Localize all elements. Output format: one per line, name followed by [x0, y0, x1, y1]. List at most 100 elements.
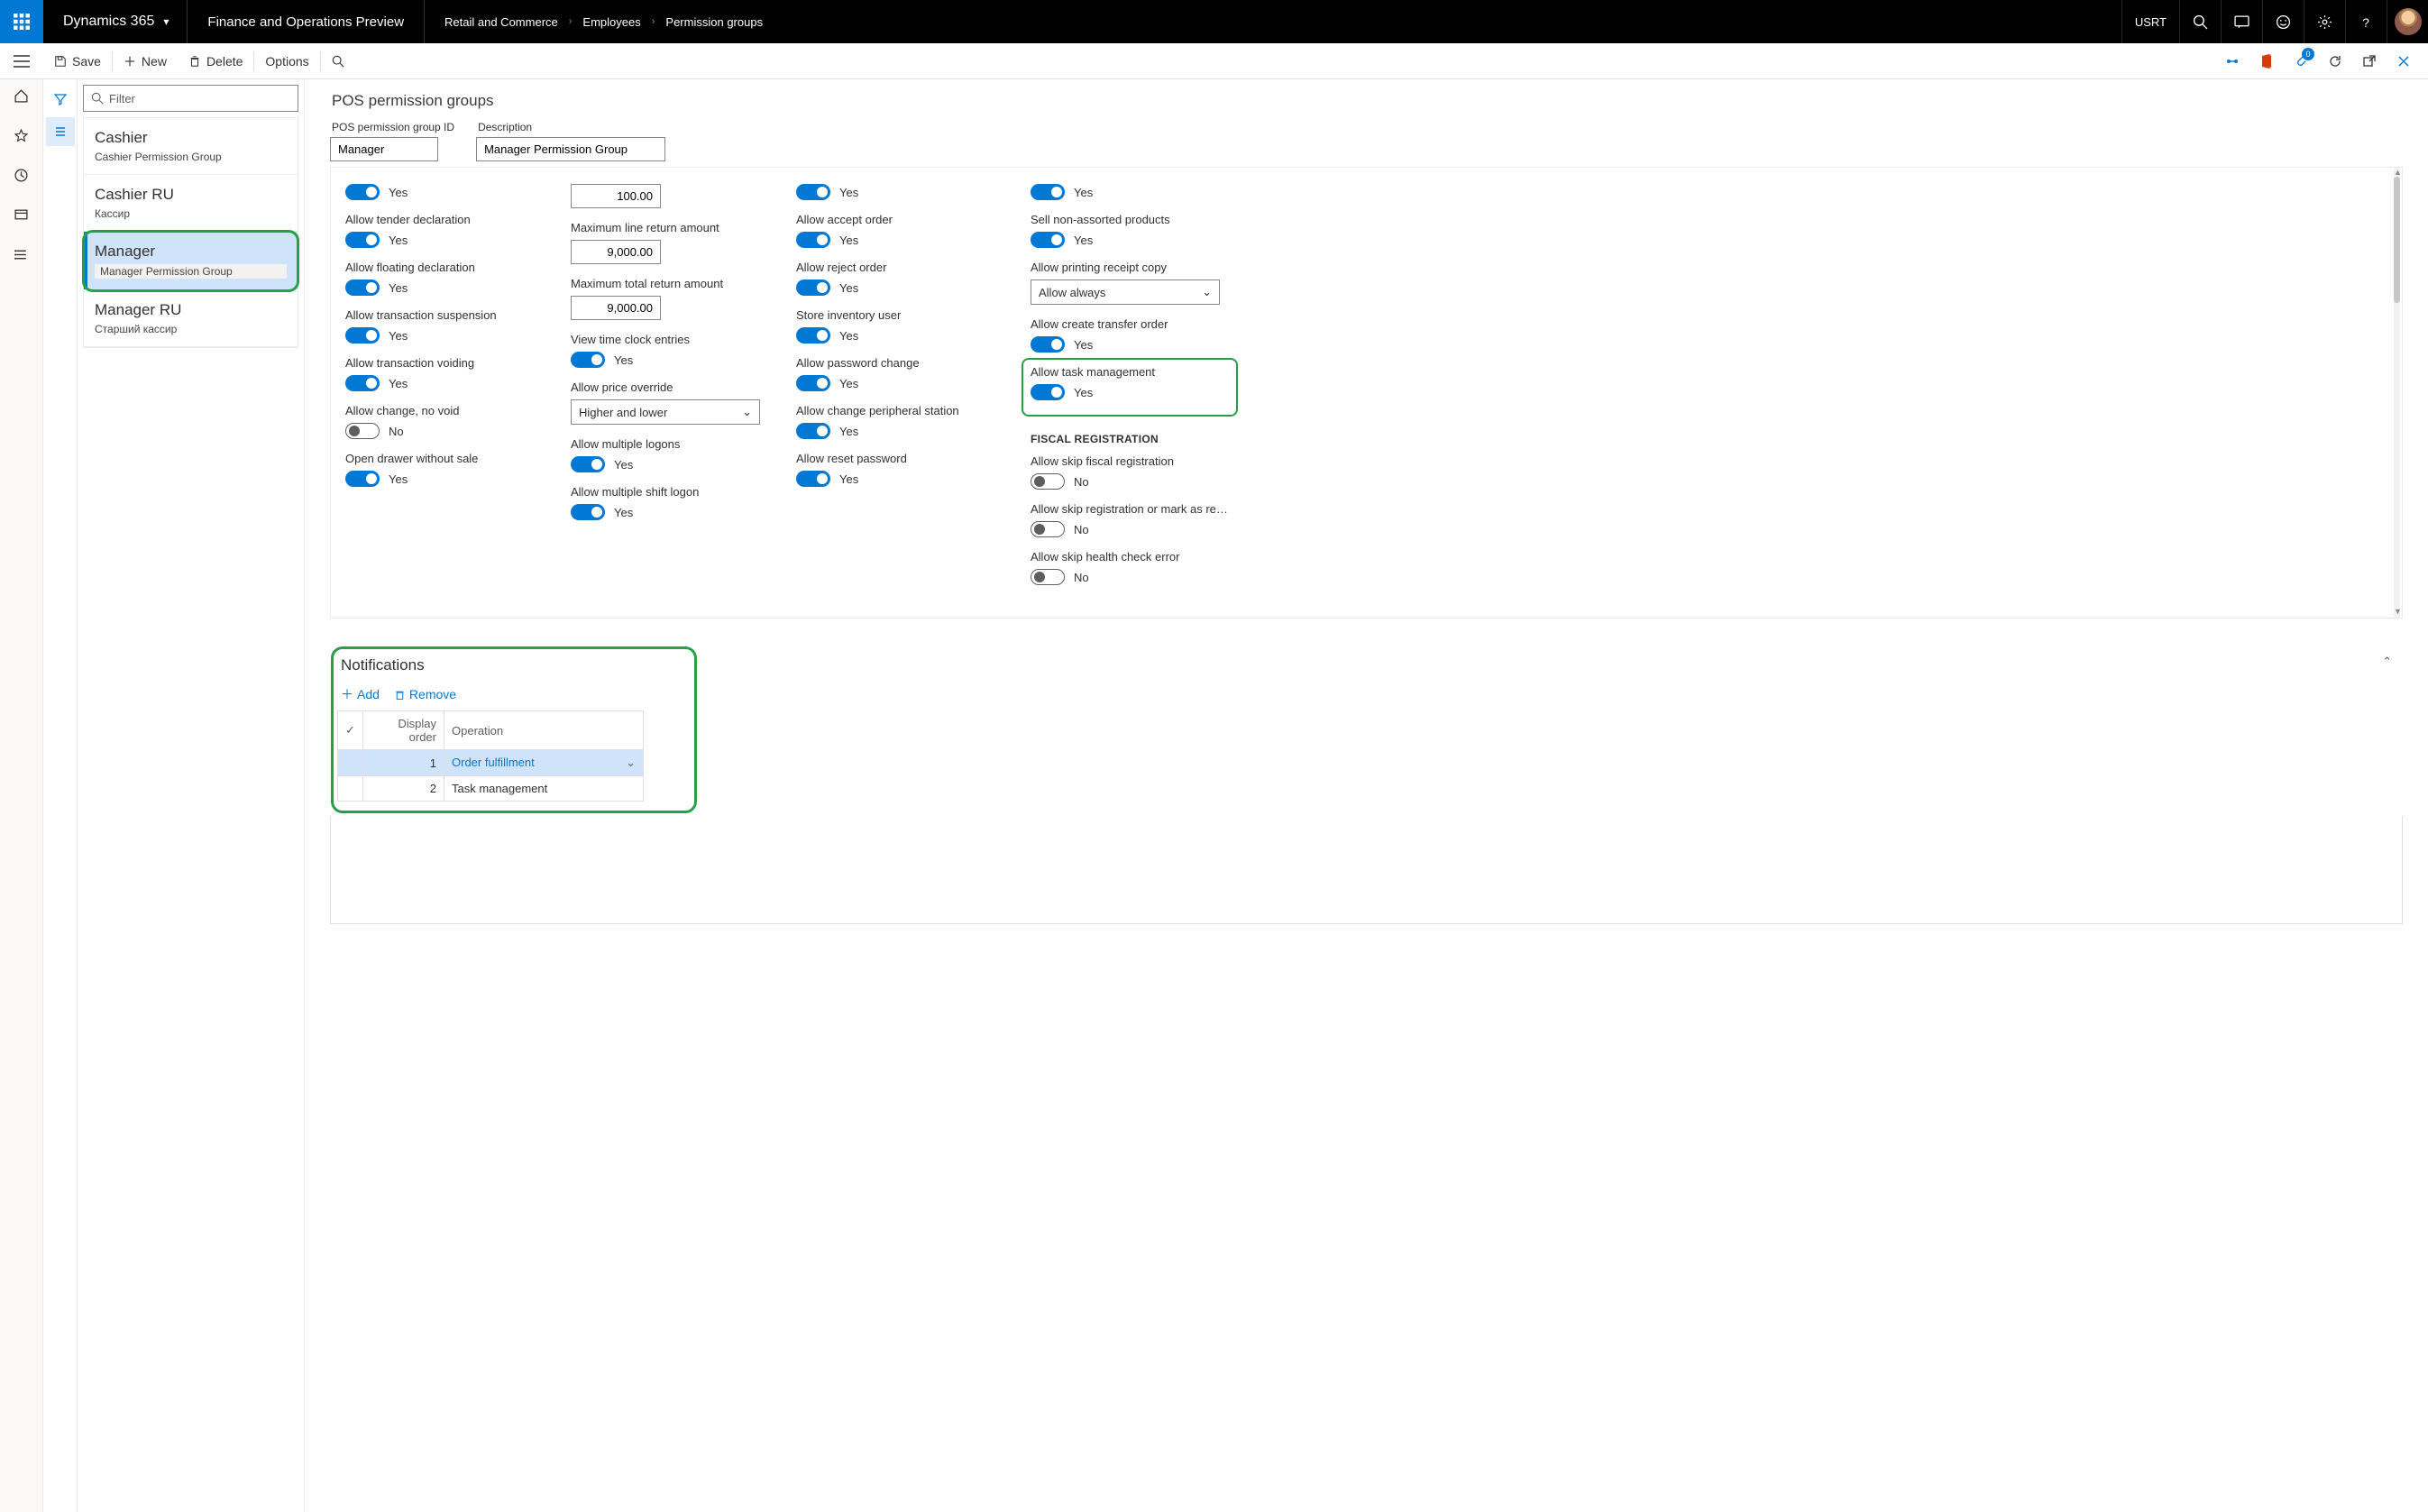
numeric-input[interactable]	[571, 240, 661, 264]
messages-icon[interactable]	[2221, 0, 2262, 43]
save-button[interactable]: Save	[43, 43, 112, 78]
field-label: Allow skip health check error	[1031, 550, 1229, 564]
chevron-down-icon[interactable]: ⌄	[626, 756, 636, 770]
list-item[interactable]: Cashier Cashier Permission Group	[84, 118, 298, 175]
search-action-icon[interactable]	[321, 43, 355, 78]
list-item[interactable]: Cashier RU Кассир	[84, 175, 298, 232]
connector-icon[interactable]	[2224, 53, 2240, 69]
select-input[interactable]: Higher and lower⌄	[571, 399, 760, 425]
select-input[interactable]: Allow always⌄	[1031, 279, 1220, 305]
toggle[interactable]	[1031, 521, 1065, 537]
toggle-value: Yes	[839, 377, 858, 390]
app-launcher-icon[interactable]	[0, 0, 43, 43]
col-check[interactable]: ✓	[338, 711, 363, 750]
remove-button[interactable]: Remove	[394, 685, 456, 703]
breadcrumb-item[interactable]: Retail and Commerce	[444, 15, 558, 29]
delete-label: Delete	[206, 54, 243, 69]
toggle[interactable]	[1031, 473, 1065, 490]
toggle[interactable]	[796, 232, 830, 248]
topbar: Dynamics 365 ▾ Finance and Operations Pr…	[0, 0, 2428, 43]
col-display-order[interactable]: Display order	[363, 711, 444, 750]
filter-icon[interactable]	[46, 85, 75, 114]
toggle-value: Yes	[389, 377, 408, 390]
col-operation[interactable]: Operation	[444, 711, 644, 750]
list-item[interactable]: Manager RU Старший кассир	[84, 290, 298, 347]
brand-label: Dynamics 365	[63, 14, 154, 30]
id-label: POS permission group ID	[332, 121, 454, 133]
toggle[interactable]	[1031, 569, 1065, 585]
field-label: Allow task management	[1031, 365, 1229, 379]
favorite-icon[interactable]	[14, 128, 29, 146]
gear-icon[interactable]	[2304, 0, 2345, 43]
field-label: Allow transaction voiding	[345, 356, 535, 370]
record-list-pane: Filter Cashier Cashier Permission Group …	[78, 79, 305, 1512]
toggle[interactable]	[1031, 336, 1065, 353]
list-item-selected[interactable]: Manager Manager Permission Group	[84, 232, 298, 290]
help-icon[interactable]: ?	[2345, 0, 2387, 43]
toggle[interactable]	[796, 471, 830, 487]
add-button[interactable]: ＋Add	[341, 685, 380, 703]
field-label: Allow password change	[796, 356, 994, 370]
collapse-icon[interactable]: ⌃	[2382, 655, 2392, 669]
delete-button[interactable]: Delete	[178, 43, 253, 78]
toggle-value: No	[1074, 571, 1089, 584]
table-row[interactable]: 2 Task management	[338, 776, 644, 802]
toggle[interactable]	[796, 423, 830, 439]
toggle[interactable]	[345, 279, 380, 296]
toggle[interactable]	[1031, 184, 1065, 200]
smile-icon[interactable]	[2262, 0, 2304, 43]
toggle[interactable]	[1031, 232, 1065, 248]
list-icon[interactable]	[46, 117, 75, 146]
numeric-input[interactable]	[571, 184, 661, 208]
hamburger-icon[interactable]	[0, 43, 43, 79]
scrollbar[interactable]: ▲ ▼	[2394, 168, 2400, 618]
recent-icon[interactable]	[14, 168, 29, 186]
toggle[interactable]	[571, 456, 605, 472]
toggle[interactable]	[571, 352, 605, 368]
attachments-icon[interactable]	[2293, 53, 2309, 69]
popout-icon[interactable]	[2361, 53, 2378, 69]
options-label: Options	[265, 54, 308, 69]
toggle[interactable]	[345, 471, 380, 487]
table-row[interactable]: 1 Order fulfillment⌄	[338, 750, 644, 776]
toggle[interactable]	[345, 423, 380, 439]
toggle[interactable]	[796, 375, 830, 391]
toggle-value: Yes	[839, 281, 858, 295]
notifications-table: ✓ Display order Operation 1 Order fulfil…	[337, 710, 644, 802]
avatar[interactable]	[2387, 0, 2428, 43]
toggle-value: Yes	[1074, 338, 1093, 352]
company-picker[interactable]: USRT	[2121, 0, 2179, 43]
search-icon[interactable]	[2179, 0, 2221, 43]
save-label: Save	[72, 54, 101, 69]
breadcrumb-item[interactable]: Permission groups	[665, 15, 763, 29]
options-button[interactable]: Options	[254, 43, 319, 78]
toggle-value: Yes	[839, 472, 858, 486]
filter-input[interactable]: Filter	[83, 85, 298, 112]
toggle[interactable]	[571, 504, 605, 520]
toggle[interactable]	[345, 327, 380, 344]
refresh-icon[interactable]	[2327, 53, 2343, 69]
toggle[interactable]	[796, 327, 830, 344]
toggle[interactable]	[1031, 384, 1065, 400]
new-button[interactable]: New	[113, 43, 178, 78]
toggle[interactable]	[796, 279, 830, 296]
modules-icon[interactable]	[14, 247, 29, 265]
permission-group-id-input[interactable]	[330, 137, 438, 161]
action-bar: Save New Delete Options	[0, 43, 2428, 79]
workspace-icon[interactable]	[14, 207, 29, 225]
brand-dropdown[interactable]: Dynamics 365 ▾	[43, 0, 188, 43]
list-item-subtitle: Старший кассир	[95, 323, 287, 335]
numeric-input[interactable]	[571, 296, 661, 320]
toggle-value: No	[1074, 523, 1089, 536]
breadcrumb-item[interactable]: Employees	[582, 15, 640, 29]
office-icon[interactable]	[2258, 53, 2275, 69]
home-icon[interactable]	[14, 88, 29, 106]
toggle[interactable]	[796, 184, 830, 200]
toggle[interactable]	[345, 184, 380, 200]
field-label: Sell non-assorted products	[1031, 213, 1229, 226]
description-input[interactable]	[476, 137, 665, 161]
close-icon[interactable]	[2396, 53, 2412, 69]
field-label: Allow multiple shift logon	[571, 485, 760, 499]
toggle[interactable]	[345, 232, 380, 248]
toggle[interactable]	[345, 375, 380, 391]
